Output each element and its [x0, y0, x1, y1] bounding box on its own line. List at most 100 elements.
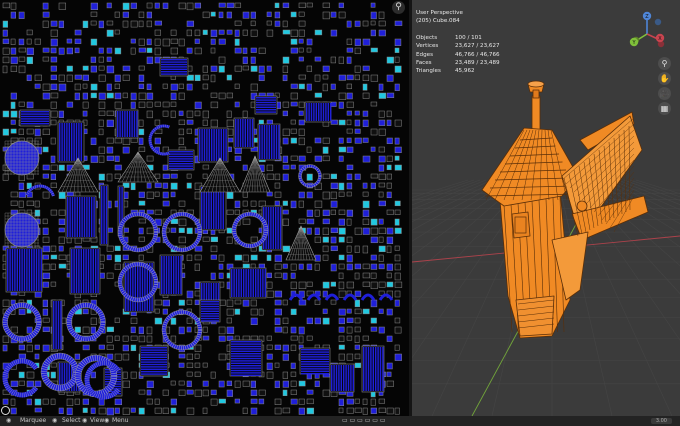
stat-row: Objects 100 / 101 [416, 34, 500, 42]
uv-plank [129, 111, 131, 137]
3d-viewport[interactable]: User Perspective (205) Cube.084 Objects 1… [412, 0, 680, 416]
uv-island-small [154, 299, 163, 306]
uv-island-small [306, 146, 312, 153]
uv-island-small [306, 389, 314, 395]
uv-island-small [90, 56, 97, 63]
uv-island-small [50, 209, 58, 216]
uv-plank [263, 125, 266, 159]
uv-island-small [154, 182, 162, 188]
uv-island-small [210, 398, 218, 406]
uv-island-small [186, 389, 194, 395]
zoom-icon[interactable]: ⚲ [392, 1, 405, 14]
uv-island-small [194, 263, 200, 271]
grid-line [412, 179, 487, 210]
uv-island-small [18, 371, 25, 379]
uv-island-small [394, 47, 400, 53]
uv-plank [141, 363, 167, 366]
uv-island-small [42, 191, 50, 199]
perspective-button[interactable]: ▦ [658, 102, 671, 115]
uv-island-small [298, 47, 304, 53]
uv-island-small [10, 191, 19, 198]
uv-island-small [194, 281, 201, 289]
uv-island-small [122, 380, 130, 388]
uv-island-small [354, 290, 362, 297]
uv-island-small [274, 263, 282, 270]
uv-island-small [82, 110, 88, 117]
uv-island-small [138, 326, 144, 335]
uv-canvas[interactable] [0, 0, 409, 416]
navigation-gizmo[interactable]: Z Y X [626, 10, 668, 52]
uv-island-small [154, 407, 162, 414]
uv-island-small [298, 263, 304, 270]
uv-island-small [298, 281, 307, 289]
uv-island-small [218, 254, 225, 262]
uv-island-small [370, 29, 376, 37]
uv-island-small [346, 119, 352, 126]
uv-island-planks [51, 299, 63, 351]
uv-island-small [138, 254, 144, 261]
uv-island-planks [233, 117, 255, 149]
uv-island-small [82, 101, 89, 109]
uv-island-small [378, 83, 384, 91]
uv-island-small [178, 2, 186, 10]
uv-island-small [330, 11, 337, 18]
uv-island-small [322, 11, 330, 20]
uv-island-small [346, 263, 353, 271]
uv-island-small [154, 308, 160, 314]
uv-island-small [282, 29, 291, 35]
uv-island-small [250, 254, 258, 261]
uv-island-small [250, 236, 258, 243]
uv-plank [105, 186, 108, 244]
uv-plank [85, 249, 87, 293]
camera-button[interactable]: 🎥 [658, 87, 671, 100]
uv-island-small [330, 83, 336, 90]
uv-island-small [210, 74, 216, 83]
view-name: User Perspective [416, 10, 463, 16]
uv-island-small [258, 74, 265, 81]
uv-island-small [122, 335, 129, 342]
uv-plank [251, 119, 254, 147]
uv-plank [256, 99, 276, 101]
uv-island-small [274, 2, 280, 8]
uv-island-small [138, 128, 145, 136]
uv-island-small [50, 74, 57, 81]
uv-island-small [234, 38, 240, 46]
zoom-button[interactable]: ⚲ [658, 57, 671, 70]
uv-island-small [194, 245, 203, 252]
uv-plank [139, 263, 141, 311]
uv-island-small [226, 11, 232, 19]
uv-island-small [354, 119, 361, 127]
uv-island-small [282, 317, 289, 325]
uv-cursor-icon[interactable] [1, 406, 10, 415]
status-bar: ◉ Marquee ◉ Select ◉ View ◉ Menu ▭ ▭ ▭ ▭… [0, 416, 680, 426]
uv-island-small [314, 236, 322, 243]
uv-island-small [146, 38, 152, 46]
gizmo-neg-z[interactable] [654, 18, 662, 26]
uv-island-small [130, 38, 136, 44]
uv-island-small [362, 263, 370, 270]
uv-island-small [346, 38, 353, 45]
uv-island-small [378, 182, 386, 188]
uv-island-small [242, 65, 249, 71]
uv-island-small [106, 137, 114, 144]
uv-plank [169, 158, 193, 160]
pan-button[interactable]: ✋ [658, 72, 671, 85]
uv-island-small [378, 326, 385, 334]
uv-plank [141, 359, 167, 361]
uv-editor[interactable]: ⚲ [0, 0, 409, 416]
uv-island-small [146, 83, 152, 90]
uv-island-small [370, 218, 378, 226]
uv-island-small [378, 110, 385, 118]
uv-island-small [362, 245, 369, 254]
uv-island-small [2, 65, 8, 74]
uv-island-small [290, 11, 297, 18]
uv-island-small [42, 317, 50, 323]
uv-island-small [234, 65, 242, 72]
uv-island-small [394, 155, 400, 161]
uv-island-small [26, 101, 34, 109]
uv-plank [308, 103, 310, 121]
uv-plank [55, 301, 57, 349]
uv-island-planks [139, 345, 169, 377]
uv-island-small [298, 128, 305, 136]
uv-plank [19, 249, 21, 291]
